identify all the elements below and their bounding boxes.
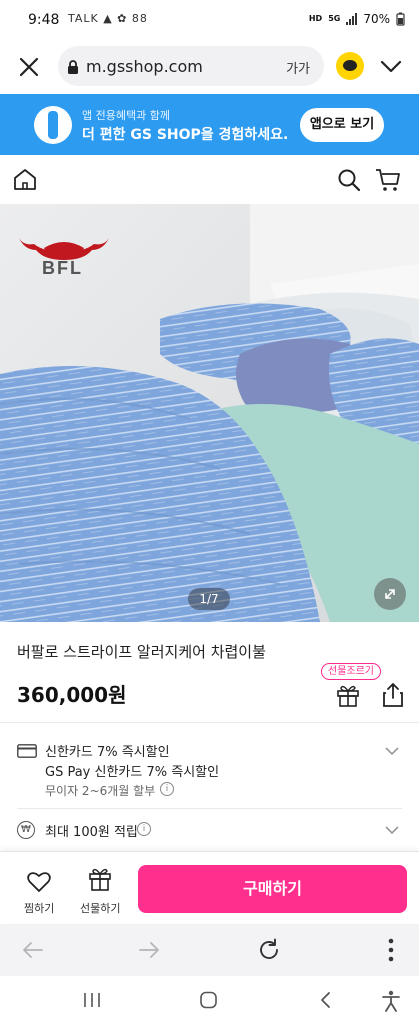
refresh-icon[interactable]: [256, 937, 282, 963]
system-navigation-bar: [0, 976, 419, 1024]
gift-request-badge[interactable]: 선물조르기: [321, 663, 381, 680]
chat-bubble-icon: [343, 60, 357, 71]
browser-toolbar: [0, 924, 419, 976]
card-discount-1: 신한카드 7% 즉시할인: [45, 745, 170, 760]
info-icon[interactable]: i: [160, 782, 174, 796]
back-arrow-icon[interactable]: [20, 938, 46, 962]
status-time: 9:48: [28, 12, 60, 28]
gift-request-icon[interactable]: [335, 682, 361, 708]
site-header: [0, 155, 419, 203]
cart-icon[interactable]: [374, 167, 402, 193]
more-menu-icon[interactable]: [386, 936, 396, 964]
card-discount-2: GS Pay 신한카드 7% 즉시할인: [45, 765, 220, 780]
banner-line2: 더 편한 GS SHOP을 경험하세요.: [82, 127, 289, 143]
notification-icons: TALK ▲ ✿ 88: [68, 12, 148, 25]
credit-card-icon: [17, 744, 37, 758]
text-size-button[interactable]: 가가: [286, 58, 310, 77]
image-counter: 1/7: [188, 588, 230, 610]
gift-label[interactable]: 선물하기: [80, 900, 120, 916]
chevron-down-icon[interactable]: [384, 746, 400, 756]
points-icon: ₩: [17, 821, 35, 839]
close-icon[interactable]: [14, 52, 44, 82]
chevron-down-icon[interactable]: [376, 54, 406, 78]
brand-name: BFL: [42, 258, 83, 278]
lock-icon: [68, 60, 78, 74]
buy-button[interactable]: 구매하기: [138, 865, 407, 913]
kakao-talk-button[interactable]: [336, 52, 364, 80]
product-image-carousel[interactable]: BFL 1/7: [0, 204, 419, 622]
browser-url-bar: m.gsshop.com 가가: [0, 42, 419, 92]
search-icon[interactable]: [336, 167, 362, 193]
divider: [0, 722, 419, 723]
battery-icon: [396, 12, 405, 26]
signal-icon: [346, 13, 358, 25]
chevron-down-icon[interactable]: [384, 825, 400, 835]
back-nav-icon[interactable]: [318, 991, 334, 1009]
expand-image-button[interactable]: [374, 578, 406, 610]
hd-voice-icon: HD: [308, 14, 323, 23]
installment-info: 무이자 2~6개월 할부: [45, 784, 156, 798]
wish-label[interactable]: 찜하기: [24, 900, 54, 916]
open-app-button[interactable]: 앱으로 보기: [300, 108, 384, 142]
product-price: 360,000원: [17, 683, 127, 707]
gsshop-app-logo: [34, 106, 72, 144]
share-icon[interactable]: [381, 682, 405, 708]
forward-arrow-icon[interactable]: [136, 938, 162, 962]
url-text: m.gsshop.com: [86, 57, 203, 76]
purchase-bar: 찜하기 선물하기 구매하기: [0, 851, 419, 923]
status-right: HD 5G 70%: [309, 12, 405, 26]
status-bar: 9:48 TALK ▲ ✿ 88 HD 5G 70%: [0, 0, 419, 42]
banner-line1: 앱 전용혜택과 함께: [82, 109, 170, 122]
points-info: 최대 100원 적립: [45, 825, 138, 840]
network-5g-icon: 5G: [328, 14, 341, 23]
recent-apps-icon[interactable]: [82, 992, 102, 1008]
info-icon[interactable]: i: [137, 822, 151, 836]
home-nav-icon[interactable]: [199, 991, 219, 1009]
product-title: 버팔로 스트라이프 알러지케어 차렵이불: [17, 643, 266, 661]
accessibility-icon[interactable]: [381, 990, 401, 1012]
gift-icon[interactable]: [87, 866, 113, 892]
url-field[interactable]: m.gsshop.com 가가: [58, 46, 324, 86]
battery-level: 70%: [363, 12, 390, 26]
app-promo-banner[interactable]: 앱 전용혜택과 함께 더 편한 GS SHOP을 경험하세요. 앱으로 보기: [0, 94, 419, 155]
home-icon[interactable]: [12, 167, 38, 191]
expand-icon: [385, 589, 395, 599]
divider: [17, 808, 402, 809]
heart-icon[interactable]: [26, 870, 52, 894]
